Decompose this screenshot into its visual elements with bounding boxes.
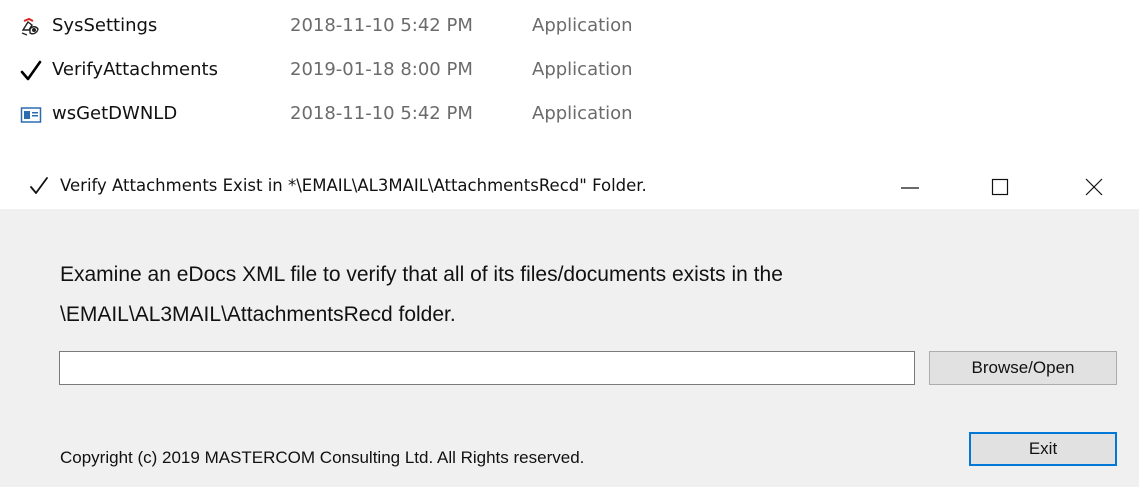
file-row-syssettings[interactable]: SysSettings 2018-11-10 5:42 PM Applicati… — [0, 8, 760, 44]
maximize-icon — [991, 178, 1009, 196]
dialog-client-area: Examine an eDocs XML file to verify that… — [0, 209, 1139, 487]
file-name: VerifyAttachments — [52, 59, 218, 80]
settings-app-icon — [20, 16, 42, 38]
maximize-button[interactable] — [970, 165, 1030, 209]
close-button[interactable] — [1064, 165, 1124, 209]
file-type: Application — [532, 15, 633, 36]
window-app-icon — [20, 104, 42, 126]
file-date: 2019-01-18 8:00 PM — [290, 59, 473, 80]
exit-button[interactable]: Exit — [969, 432, 1117, 466]
file-date: 2018-11-10 5:42 PM — [290, 15, 473, 36]
window-title: Verify Attachments Exist in *\EMAIL\AL3M… — [60, 176, 647, 195]
file-path-input[interactable] — [59, 351, 915, 385]
description-line-1: Examine an eDocs XML file to verify that… — [60, 263, 783, 286]
checkmark-icon — [20, 60, 42, 82]
file-row-wsgetdwnld[interactable]: wsGetDWNLD 2018-11-10 5:42 PM Applicatio… — [0, 96, 760, 132]
file-name: SysSettings — [52, 15, 158, 36]
file-date: 2018-11-10 5:42 PM — [290, 103, 473, 124]
file-list: SysSettings 2018-11-10 5:42 PM Applicati… — [0, 0, 1139, 160]
checkmark-icon — [28, 175, 50, 197]
minimize-icon — [901, 187, 919, 189]
file-row-verifyattachments[interactable]: VerifyAttachments 2019-01-18 8:00 PM App… — [0, 52, 760, 88]
copyright-text: Copyright (c) 2019 MASTERCOM Consulting … — [60, 448, 585, 467]
file-type: Application — [532, 59, 633, 80]
description-line-2: \EMAIL\AL3MAIL\AttachmentsRecd folder. — [60, 303, 456, 326]
file-type: Application — [532, 103, 633, 124]
window-titlebar[interactable]: Verify Attachments Exist in *\EMAIL\AL3M… — [0, 165, 1139, 209]
dialog-description: Examine an eDocs XML file to verify that… — [60, 255, 1060, 335]
close-icon — [1085, 178, 1103, 196]
file-name: wsGetDWNLD — [52, 103, 178, 124]
minimize-button[interactable] — [880, 165, 940, 209]
browse-open-button[interactable]: Browse/Open — [929, 351, 1117, 385]
